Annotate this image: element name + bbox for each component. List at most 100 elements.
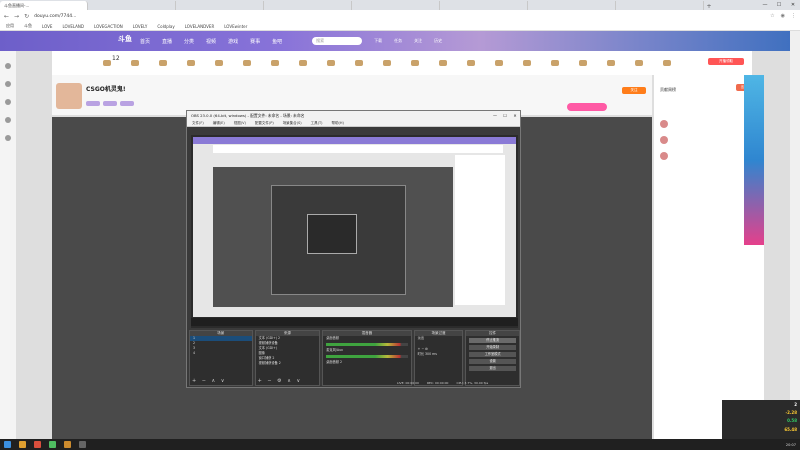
room-tag[interactable] <box>86 101 100 106</box>
site-logo[interactable]: 斗鱼 <box>118 34 132 44</box>
category-item[interactable] <box>628 60 650 66</box>
category-item[interactable] <box>432 60 454 66</box>
app-icon[interactable] <box>64 441 71 448</box>
browser-tab[interactable] <box>528 1 616 10</box>
menu-file[interactable]: 文件(F) <box>192 121 204 126</box>
menu-icon[interactable]: ⋮ <box>791 13 796 19</box>
nav-item[interactable]: 分类 <box>184 38 194 45</box>
category-item[interactable] <box>488 60 510 66</box>
close-icon[interactable]: ✕ <box>510 113 520 118</box>
page-scrollbar[interactable] <box>790 31 800 439</box>
search-input[interactable]: 搜索 <box>312 37 363 45</box>
category-item[interactable] <box>124 60 146 66</box>
sidebar-icon[interactable] <box>5 117 11 123</box>
browser-tab[interactable]: 斗鱼直播间-... <box>0 1 88 10</box>
history-icon[interactable]: 历史 <box>434 38 442 44</box>
sidebar-icon[interactable] <box>5 135 11 141</box>
obs-icon[interactable] <box>79 441 86 448</box>
bookmark[interactable]: 斗鱼 <box>24 23 32 29</box>
sidebar-icon[interactable] <box>5 99 11 105</box>
promo-button[interactable]: 开播领取 <box>708 58 744 65</box>
nav-item[interactable]: 游戏 <box>228 38 238 45</box>
url-field[interactable]: douyu.com/7744... <box>34 14 76 19</box>
bookmark[interactable]: Coldplay <box>157 24 174 29</box>
category-item[interactable] <box>348 60 370 66</box>
forward-icon[interactable]: → <box>14 13 19 20</box>
transition-select[interactable]: 淡出 <box>415 336 463 341</box>
category-item[interactable] <box>376 60 398 66</box>
settings-button[interactable]: 设置 <box>469 359 516 364</box>
bookmark[interactable]: LOVELANDVER <box>185 24 215 29</box>
category-item[interactable] <box>320 60 342 66</box>
browser-tab[interactable] <box>88 1 176 10</box>
category-item[interactable] <box>656 60 678 66</box>
category-item[interactable] <box>516 60 538 66</box>
side-ad-banner[interactable] <box>744 75 764 245</box>
category-item[interactable] <box>152 60 174 66</box>
category-item[interactable] <box>544 60 566 66</box>
chrome-icon[interactable] <box>34 441 41 448</box>
menu-view[interactable]: 视图(V) <box>234 121 246 126</box>
category-item[interactable] <box>208 60 230 66</box>
bookmark[interactable]: LOVEGACTION <box>94 24 123 29</box>
category-item[interactable] <box>264 60 286 66</box>
bookmark[interactable]: 应用 <box>6 23 14 29</box>
nav-item[interactable]: 首页 <box>140 38 150 45</box>
download-icon[interactable]: 下载 <box>374 38 382 44</box>
app-icon[interactable] <box>49 441 56 448</box>
bookmark[interactable]: LOVELAND <box>62 24 84 29</box>
scene-item[interactable]: 4 <box>190 351 252 356</box>
bookmark[interactable]: LOVE <box>42 24 52 29</box>
browser-tab[interactable] <box>176 1 264 10</box>
exit-button[interactable]: 退出 <box>469 366 516 371</box>
source-item[interactable]: 视频捕获设备 2 <box>256 361 320 366</box>
menu-profile[interactable]: 配置文件(P) <box>255 121 274 126</box>
nav-item[interactable]: 赛事 <box>250 38 260 45</box>
volume-meter[interactable] <box>326 355 408 358</box>
browser-tab[interactable] <box>264 1 352 10</box>
star-icon[interactable]: ☆ <box>770 13 774 19</box>
start-icon[interactable] <box>4 441 11 448</box>
bookmark[interactable]: LOVEwinter <box>224 24 247 29</box>
dock-toolbar[interactable]: + − ⚙ ∧ ∨ <box>258 378 303 384</box>
browser-tab[interactable] <box>616 1 704 10</box>
nav-item[interactable]: 鱼吧 <box>272 38 282 45</box>
event-badge[interactable] <box>567 103 607 111</box>
menu-scene-collection[interactable]: 场景集合(S) <box>283 121 302 126</box>
nav-item[interactable]: 直播 <box>162 38 172 45</box>
category-item[interactable] <box>180 60 202 66</box>
menu-tools[interactable]: 工具(T) <box>311 121 323 126</box>
nav-item[interactable]: 视频 <box>206 38 216 45</box>
maximize-icon[interactable]: ☐ <box>500 113 510 118</box>
follow-button[interactable]: 关注 <box>622 87 646 94</box>
menu-help[interactable]: 帮助(H) <box>332 121 344 126</box>
close-icon[interactable]: ✕ <box>786 0 800 10</box>
tray-clock[interactable]: 20:07 <box>786 443 796 447</box>
back-icon[interactable]: ← <box>4 13 9 20</box>
dock-toolbar[interactable]: + − ∧ ∨ <box>192 378 226 384</box>
browser-tab[interactable] <box>352 1 440 10</box>
extensions-icon[interactable]: ◉ <box>781 13 785 19</box>
follow-icon[interactable]: 关注 <box>414 38 422 44</box>
sidebar-icon[interactable] <box>5 63 11 69</box>
room-tag[interactable] <box>120 101 134 106</box>
obs-preview[interactable] <box>191 135 518 328</box>
task-icon[interactable]: 任务 <box>394 38 402 44</box>
volume-meter[interactable] <box>326 343 408 346</box>
menu-edit[interactable]: 编辑(E) <box>213 121 225 126</box>
streamer-avatar[interactable] <box>56 83 82 109</box>
explorer-icon[interactable] <box>19 441 26 448</box>
browser-tab[interactable] <box>440 1 528 10</box>
reload-icon[interactable]: ↻ <box>24 13 29 20</box>
duration-field[interactable]: 时长 300 ms <box>415 352 463 357</box>
minimize-icon[interactable]: — <box>758 0 772 10</box>
category-item[interactable] <box>460 60 482 66</box>
minimize-icon[interactable]: — <box>490 113 500 118</box>
room-tag[interactable] <box>103 101 117 106</box>
category-item[interactable] <box>572 60 594 66</box>
category-item[interactable] <box>236 60 258 66</box>
category-item[interactable] <box>292 60 314 66</box>
category-item[interactable] <box>404 60 426 66</box>
category-item[interactable] <box>600 60 622 66</box>
sidebar-icon[interactable] <box>5 81 11 87</box>
